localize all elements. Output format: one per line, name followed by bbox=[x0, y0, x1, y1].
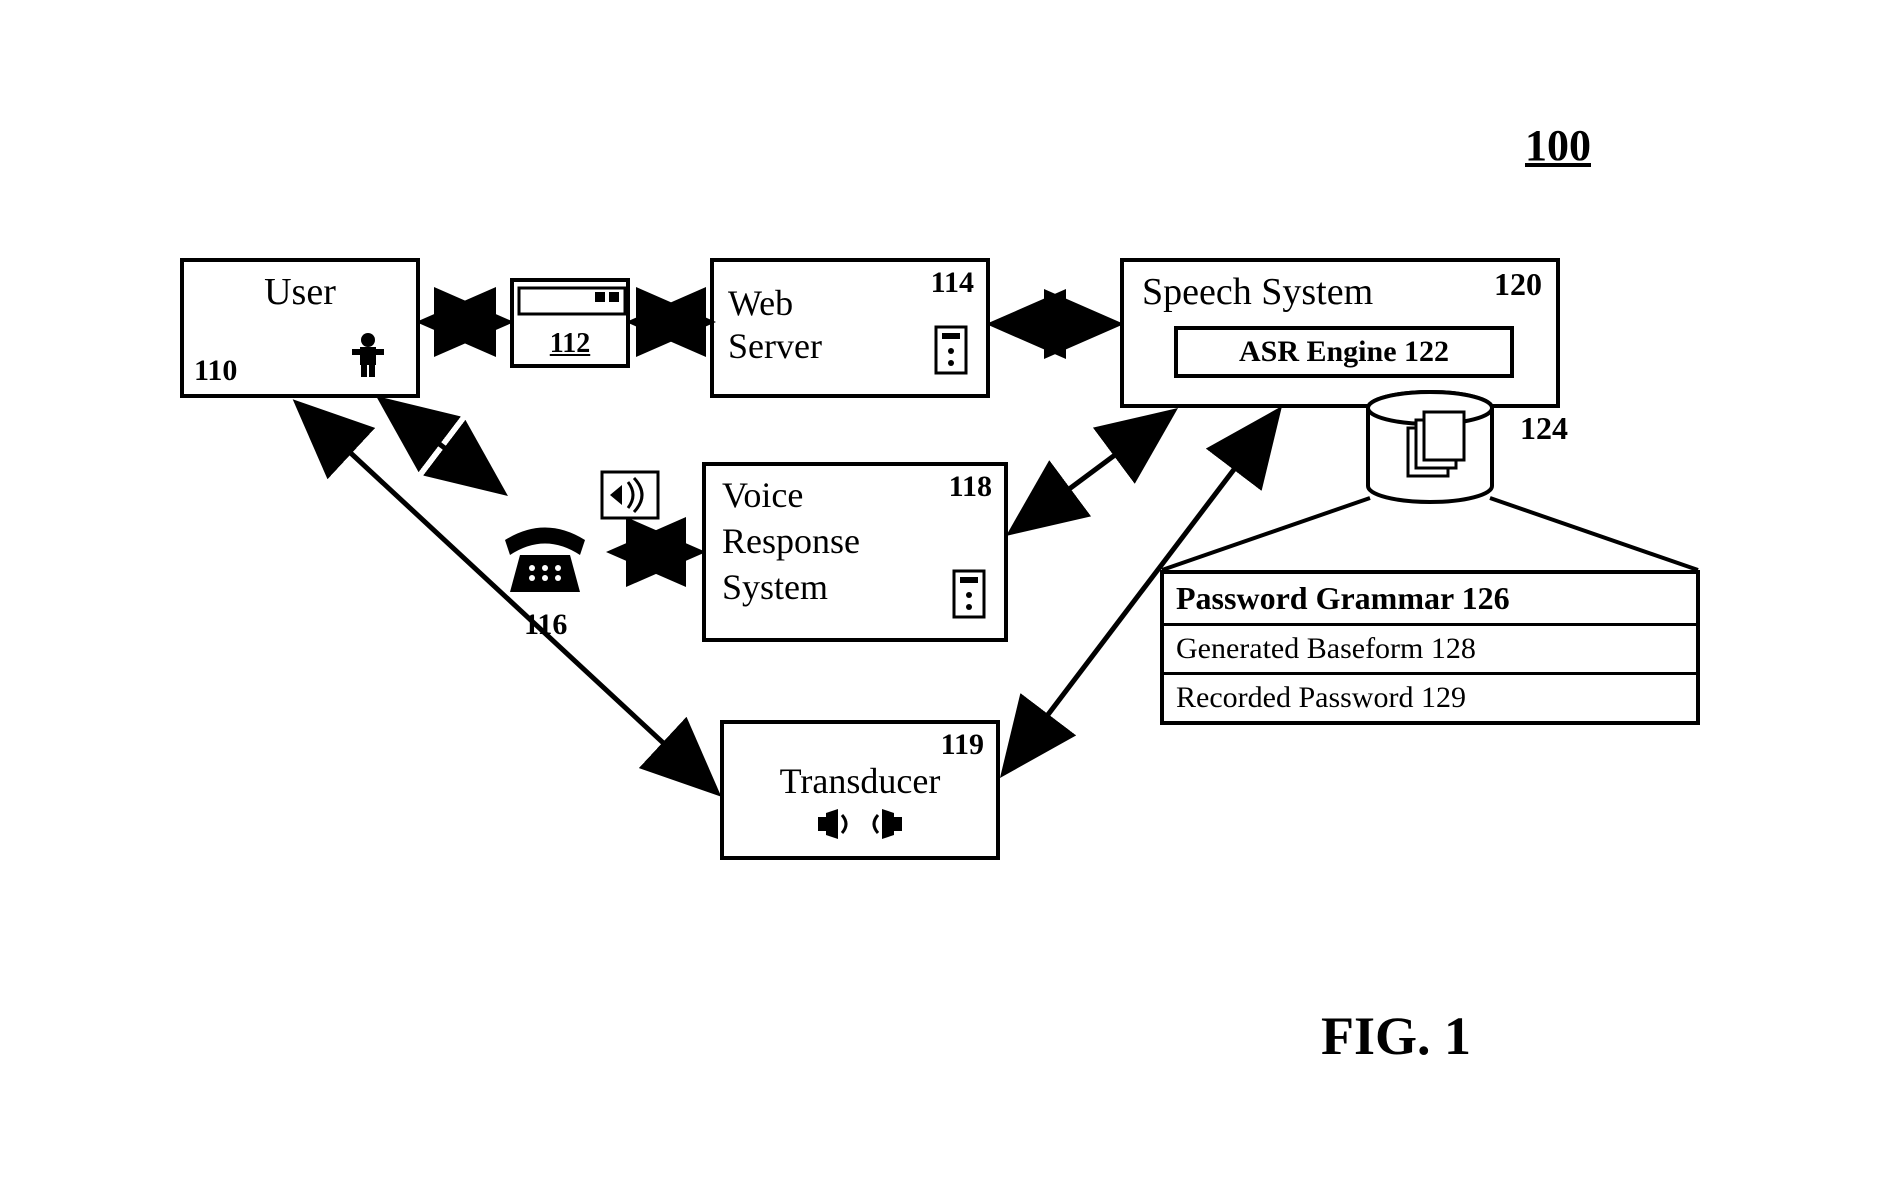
speakers-icon bbox=[724, 807, 996, 850]
table-row: Generated Baseform 128 bbox=[1164, 623, 1696, 672]
node-voice-response: 118 Voice Response System bbox=[702, 462, 1008, 642]
database-ref: 124 bbox=[1520, 410, 1568, 447]
edge-voice-speech bbox=[1014, 414, 1170, 530]
figure-caption: FIG. 1 bbox=[1321, 1005, 1471, 1067]
speech-system-label: Speech System bbox=[1142, 270, 1373, 314]
table-row: Recorded Password 129 bbox=[1164, 672, 1696, 721]
transducer-label: Transducer bbox=[724, 760, 996, 802]
node-user: User 110 bbox=[180, 258, 420, 398]
edge-user-phone bbox=[384, 402, 500, 490]
node-speech-system: 120 Speech System ASR Engine 122 bbox=[1120, 258, 1560, 408]
voice-response-label: Voice Response System bbox=[722, 472, 860, 610]
telephone-icon bbox=[500, 520, 590, 605]
person-icon bbox=[348, 331, 388, 388]
edge-db-expand-left bbox=[1162, 498, 1370, 570]
node-transducer: 119 Transducer bbox=[720, 720, 1000, 860]
user-label: User bbox=[184, 270, 416, 314]
web-server-label: Web Server bbox=[728, 282, 822, 368]
phone-ref: 116 bbox=[524, 608, 567, 642]
database-icon bbox=[1360, 390, 1500, 510]
voice-response-ref: 118 bbox=[949, 470, 992, 504]
window-icon bbox=[517, 286, 627, 326]
web-server-ref: 114 bbox=[931, 266, 974, 300]
node-web-server: 114 Web Server bbox=[710, 258, 990, 398]
diagram-canvas: 100 FIG. 1 User 110 112 bbox=[0, 0, 1891, 1187]
node-browser: 112 bbox=[510, 278, 630, 368]
documents-icon bbox=[1408, 412, 1464, 476]
node-phone: 116 bbox=[500, 490, 660, 630]
speech-system-ref: 120 bbox=[1494, 266, 1542, 303]
server-icon bbox=[934, 325, 968, 384]
password-grammar-header: Password Grammar 126 bbox=[1164, 574, 1696, 623]
node-database bbox=[1360, 390, 1500, 500]
edge-db-expand-right bbox=[1490, 498, 1698, 570]
browser-ref: 112 bbox=[514, 328, 626, 360]
password-grammar-table: Password Grammar 126 Generated Baseform … bbox=[1160, 570, 1700, 725]
figure-id: 100 bbox=[1525, 120, 1591, 171]
user-ref: 110 bbox=[194, 354, 237, 388]
speaker-icon bbox=[600, 470, 660, 525]
server-icon bbox=[952, 569, 986, 628]
transducer-ref: 119 bbox=[941, 728, 984, 762]
asr-engine-box: ASR Engine 122 bbox=[1174, 326, 1514, 378]
